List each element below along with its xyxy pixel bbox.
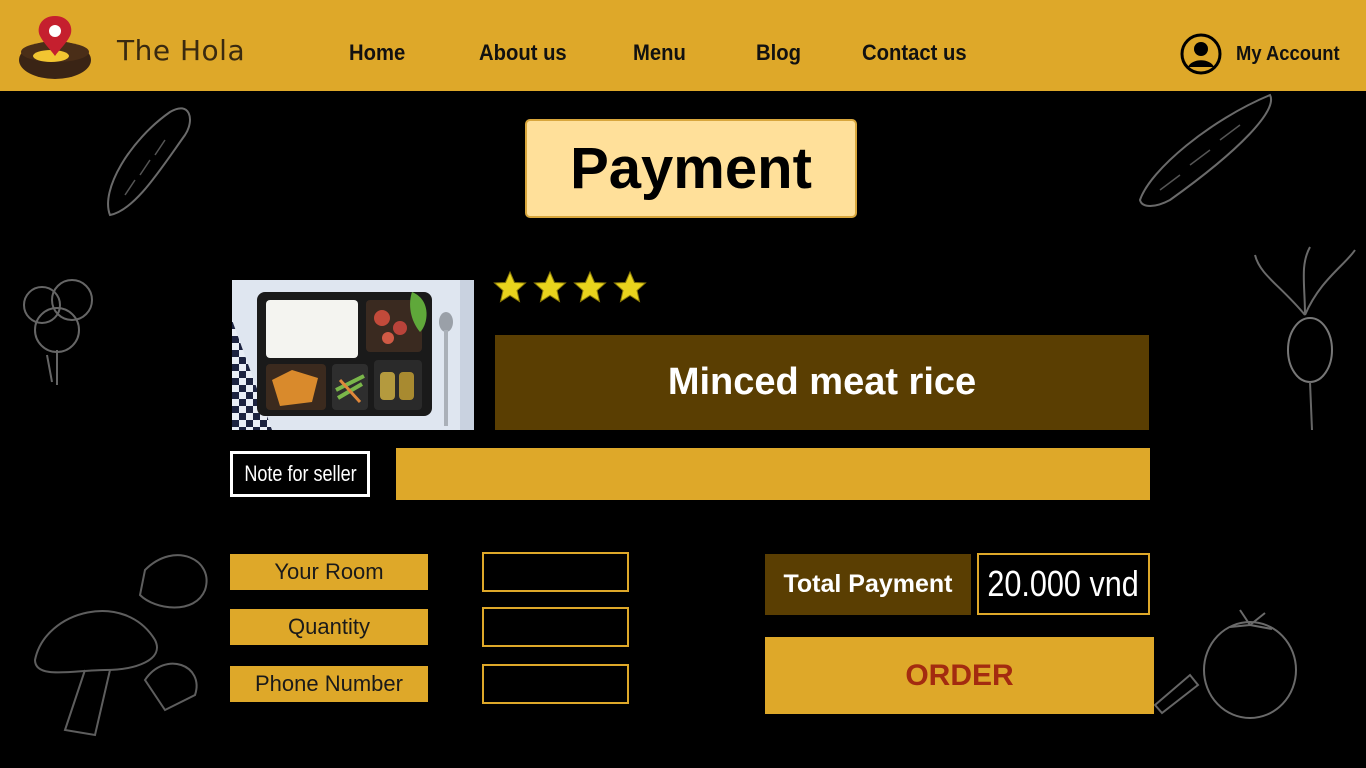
phone-number-label: Phone Number (230, 666, 428, 702)
top-nav-bar: The Hola Home About us Menu Blog Contact… (0, 0, 1366, 91)
order-button[interactable]: ORDER (765, 637, 1154, 714)
your-room-input[interactable] (482, 552, 629, 592)
note-for-seller-label: Note for seller (230, 451, 370, 497)
quantity-label: Quantity (230, 609, 428, 645)
radish-sketch (1254, 246, 1356, 431)
product-name-box: Minced meat rice (495, 335, 1149, 430)
nav-home[interactable]: Home (349, 40, 405, 66)
total-payment-value: 20.000 vnd (977, 553, 1150, 615)
star-icon (573, 270, 607, 303)
product-name: Minced meat rice (667, 361, 977, 403)
broccoli-sketch (23, 279, 93, 385)
page-title: Payment (570, 136, 812, 201)
total-payment-label: Total Payment (765, 554, 971, 615)
brand-name[interactable]: The Hola (117, 34, 245, 67)
tomato-sketch (1153, 609, 1297, 719)
mushroom-sketch (33, 554, 208, 737)
nav-menu[interactable]: Menu (633, 40, 686, 66)
cucumber-sketch-right (1138, 93, 1273, 207)
my-account-link[interactable]: My Account (1180, 33, 1349, 75)
your-room-label: Your Room (230, 554, 428, 590)
cucumber-sketch (107, 107, 191, 217)
star-icon (613, 270, 647, 303)
phone-number-input[interactable] (482, 664, 629, 704)
note-for-seller-input[interactable] (396, 448, 1150, 500)
nav-about-us[interactable]: About us (479, 40, 567, 66)
star-icon (493, 270, 527, 303)
user-circle-icon (1180, 33, 1222, 75)
brand-logo-icon[interactable] (18, 12, 93, 80)
my-account-label: My Account (1236, 42, 1340, 65)
rating-stars (493, 270, 647, 304)
page-title-box: Payment (525, 119, 857, 218)
nav-blog[interactable]: Blog (756, 40, 801, 66)
quantity-input[interactable] (482, 607, 629, 647)
product-image (232, 280, 474, 430)
star-icon (533, 270, 567, 303)
nav-contact-us[interactable]: Contact us (862, 40, 967, 66)
